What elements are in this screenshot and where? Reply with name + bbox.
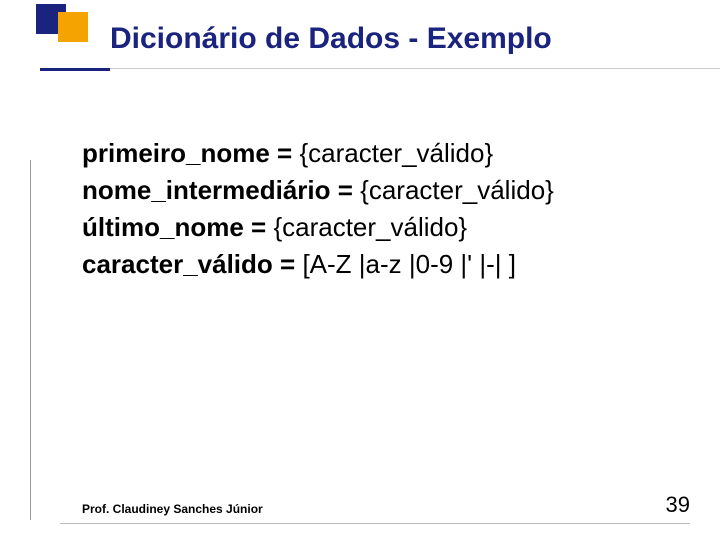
definition-line: último_nome = {caracter_válido}: [82, 209, 710, 246]
definition-term: último_nome: [82, 212, 244, 242]
definition-eq: =: [270, 138, 300, 168]
sidebar-rule: [30, 160, 31, 520]
definition-line: nome_intermediário = {caracter_válido}: [82, 172, 710, 209]
definition-value: {caracter_válido}: [299, 138, 493, 168]
definition-term: primeiro_nome: [82, 138, 270, 168]
accent-square-orange: [58, 12, 88, 42]
definition-value: {caracter_válido}: [273, 212, 467, 242]
title-bar: Dicionário de Dados - Exemplo: [40, 22, 720, 82]
definition-value: [A-Z |a-z |0-9 |' |-| ]: [302, 249, 516, 279]
page-number: 39: [666, 492, 690, 518]
definition-line: primeiro_nome = {caracter_válido}: [82, 135, 710, 172]
definition-term: caracter_válido: [82, 249, 273, 279]
definition-eq: =: [273, 249, 303, 279]
page-title: Dicionário de Dados - Exemplo: [110, 22, 552, 56]
definition-eq: =: [331, 175, 361, 205]
definition-value: {caracter_válido}: [360, 175, 554, 205]
definition-eq: =: [244, 212, 274, 242]
title-underline: [40, 68, 110, 71]
footer-rule: [60, 523, 690, 524]
footer-author: Prof. Claudiney Sanches Júnior: [82, 502, 263, 516]
slide: Dicionário de Dados - Exemplo Engenharia…: [0, 0, 720, 540]
definition-term: nome_intermediário: [82, 175, 331, 205]
title-underline-ext: [110, 68, 720, 69]
definition-line: caracter_válido = [A-Z |a-z |0-9 |' |-| …: [82, 246, 710, 283]
body-content: primeiro_nome = {caracter_válido} nome_i…: [82, 135, 710, 283]
